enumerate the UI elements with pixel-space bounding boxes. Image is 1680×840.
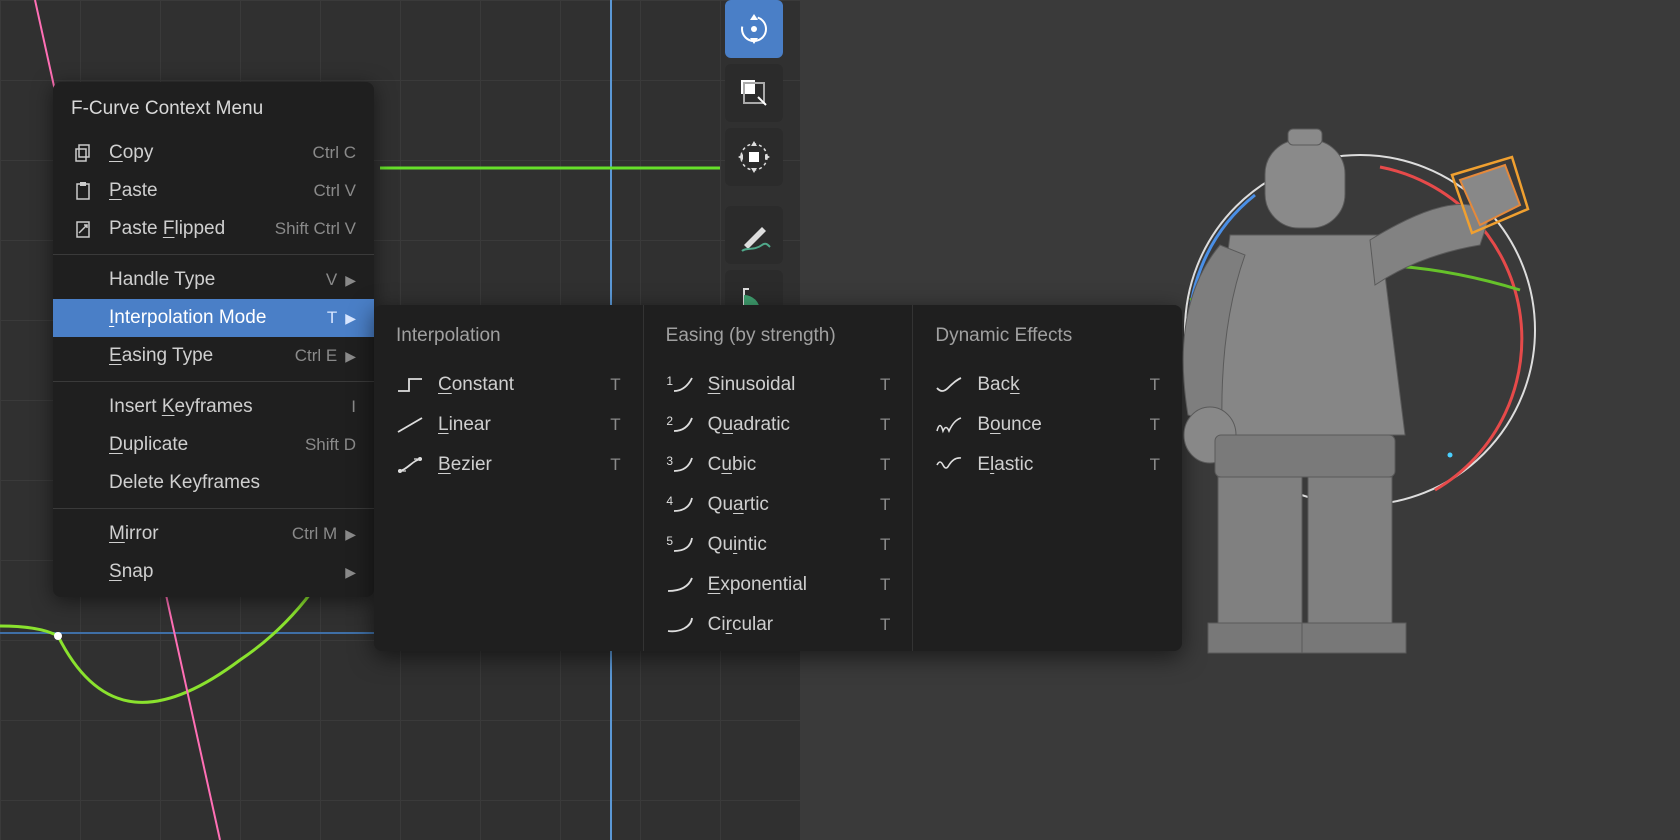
- tool-annotate[interactable]: [725, 206, 783, 264]
- ease-quadratic[interactable]: 2 QuadraticT: [644, 405, 913, 445]
- tool-transform[interactable]: [725, 128, 783, 186]
- rotate-icon: [736, 11, 772, 47]
- menu-easing-type[interactable]: Easing Type Ctrl E ▶: [53, 337, 374, 375]
- ease-quartic[interactable]: 4 QuarticT: [644, 485, 913, 525]
- context-menu-title: F-Curve Context Menu: [53, 88, 374, 134]
- dyn-back[interactable]: BackT: [913, 365, 1182, 405]
- submenu-col-dynamic: Dynamic Effects BackT BounceT ElasticT: [913, 305, 1182, 651]
- chevron-right-icon: ▶: [345, 526, 356, 543]
- menu-insert-keyframes[interactable]: Insert Keyframes I: [53, 388, 374, 426]
- menu-snap[interactable]: Snap ▶: [53, 553, 374, 591]
- dyn-elastic[interactable]: ElasticT: [913, 445, 1182, 485]
- linear-icon: [396, 414, 424, 436]
- chevron-right-icon: ▶: [345, 348, 356, 365]
- bounce-icon: [935, 414, 963, 436]
- ease1-icon: 1: [666, 374, 694, 396]
- constant-icon: [396, 374, 424, 396]
- tool-scale[interactable]: [725, 64, 783, 122]
- menu-mirror[interactable]: Mirror Ctrl M ▶: [53, 515, 374, 553]
- ease-circular[interactable]: CircularT: [644, 605, 913, 645]
- interp-constant[interactable]: ConstantT: [374, 365, 643, 405]
- chevron-right-icon: ▶: [345, 272, 356, 289]
- elastic-icon: [935, 454, 963, 476]
- submenu-header: Interpolation: [374, 311, 643, 365]
- interp-bezier[interactable]: BezierT: [374, 445, 643, 485]
- ease-exponential[interactable]: ExponentialT: [644, 565, 913, 605]
- menu-interpolation-mode[interactable]: Interpolation Mode T ▶: [53, 299, 374, 337]
- ease-quintic[interactable]: 5 QuinticT: [644, 525, 913, 565]
- interpolation-submenu: Interpolation ConstantT LinearT BezierT …: [374, 305, 1182, 651]
- interp-linear[interactable]: LinearT: [374, 405, 643, 445]
- ease2-icon: 2: [666, 414, 694, 436]
- chevron-right-icon: ▶: [345, 564, 356, 581]
- bezier-icon: [396, 454, 424, 476]
- ease4-icon: 4: [666, 494, 694, 516]
- dyn-bounce[interactable]: BounceT: [913, 405, 1182, 445]
- menu-handle-type[interactable]: Handle Type V ▶: [53, 261, 374, 299]
- menu-duplicate[interactable]: Duplicate Shift D: [53, 426, 374, 464]
- back-icon: [935, 374, 963, 396]
- ease-sinusoidal[interactable]: 1 SinusoidalT: [644, 365, 913, 405]
- submenu-col-interpolation: Interpolation ConstantT LinearT BezierT: [374, 305, 644, 651]
- transform-icon: [736, 139, 772, 175]
- menu-delete-keyframes[interactable]: Delete Keyframes: [53, 464, 374, 502]
- copy-icon: [71, 141, 95, 165]
- ease3-icon: 3: [666, 454, 694, 476]
- pencil-icon: [736, 217, 772, 253]
- tool-rotate[interactable]: [725, 0, 783, 58]
- menu-paste-flipped[interactable]: Paste Flipped Shift Ctrl V: [53, 210, 374, 248]
- menu-copy[interactable]: Copy Ctrl C: [53, 134, 374, 172]
- submenu-header: Dynamic Effects: [913, 311, 1182, 365]
- ease-cubic[interactable]: 3 CubicT: [644, 445, 913, 485]
- chevron-right-icon: ▶: [345, 310, 356, 327]
- scale-icon: [736, 75, 772, 111]
- submenu-header: Easing (by strength): [644, 311, 913, 365]
- menu-paste[interactable]: Paste Ctrl V: [53, 172, 374, 210]
- circ-icon: [666, 614, 694, 636]
- fcurve-context-menu: F-Curve Context Menu Copy Ctrl C Paste C…: [53, 82, 374, 597]
- ease5-icon: 5: [666, 534, 694, 556]
- submenu-col-easing: Easing (by strength) 1 SinusoidalT 2 Qua…: [644, 305, 914, 651]
- paste-flipped-icon: [71, 217, 95, 241]
- paste-icon: [71, 179, 95, 203]
- expo-icon: [666, 574, 694, 596]
- viewport-toolbar: [725, 0, 795, 328]
